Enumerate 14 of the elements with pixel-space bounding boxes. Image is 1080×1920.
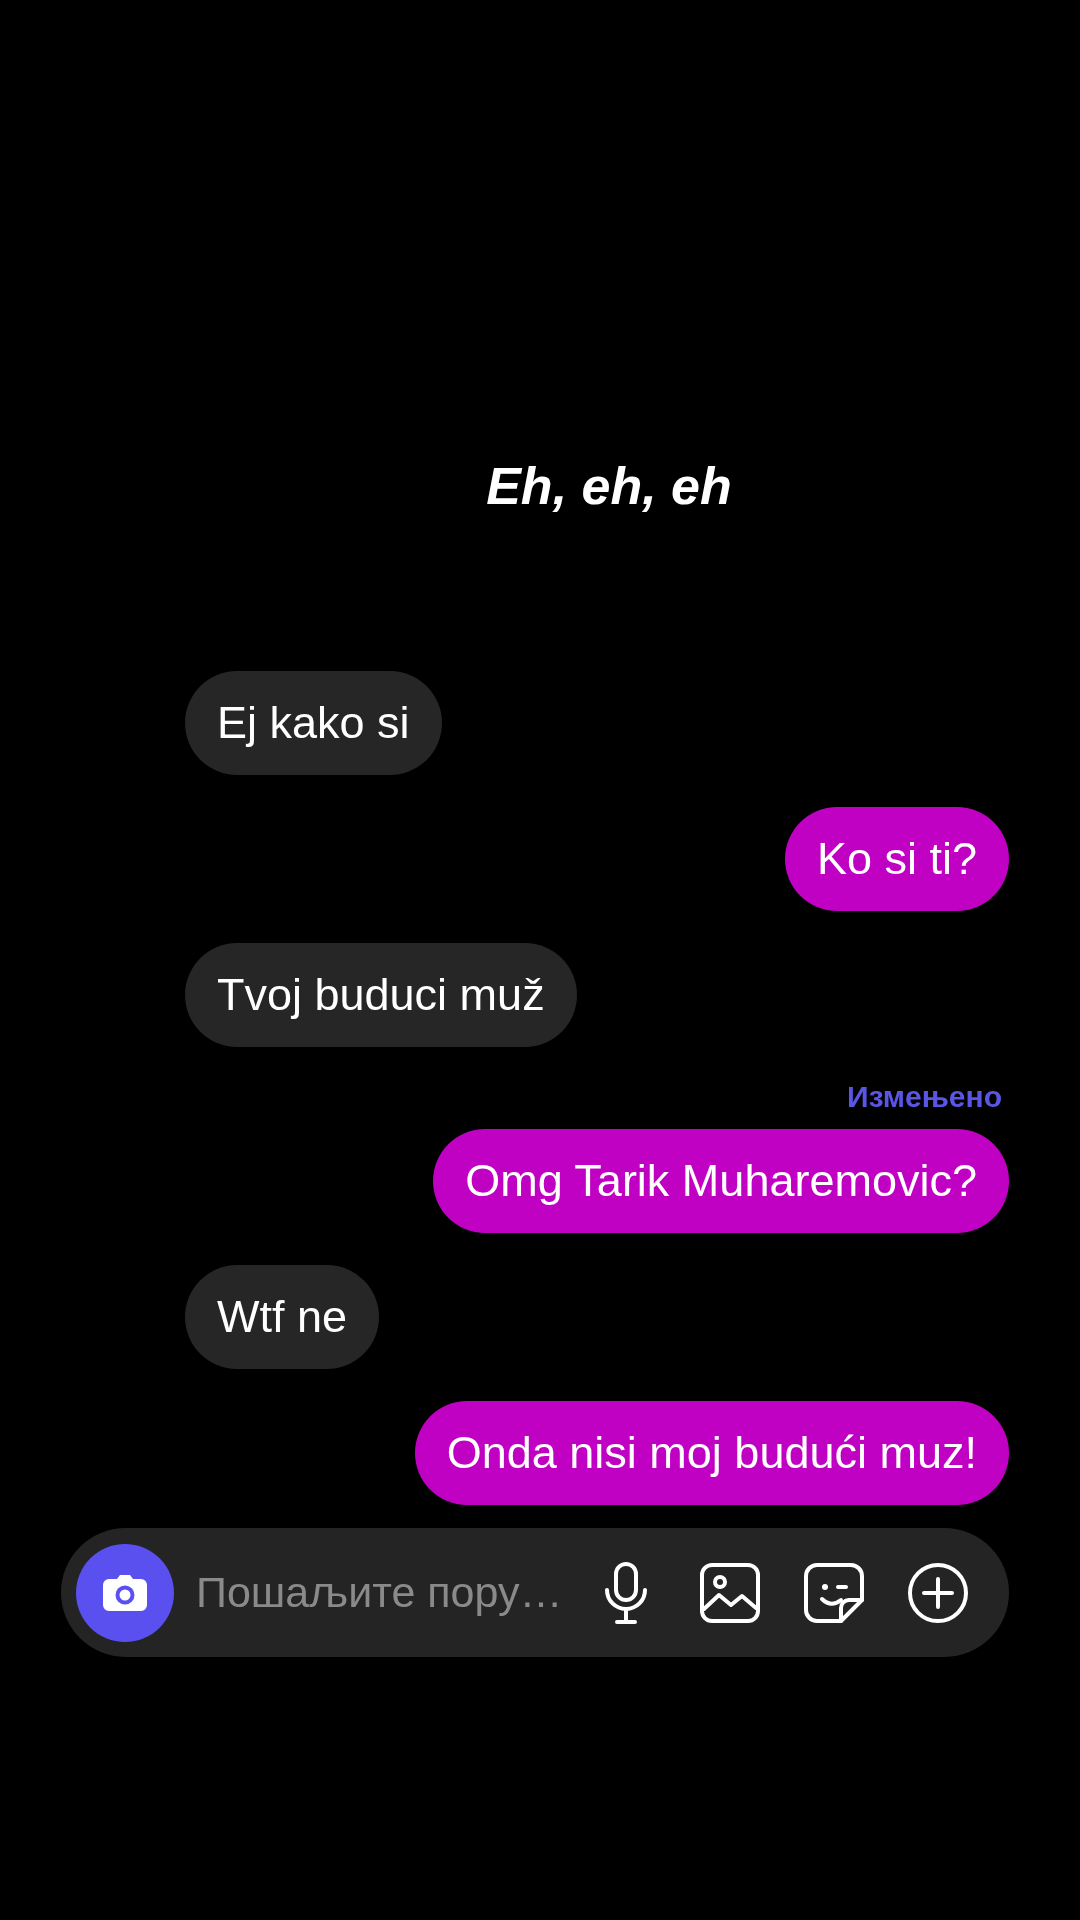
plus-icon[interactable] [908, 1562, 968, 1623]
microphone-icon[interactable] [604, 1561, 648, 1624]
camera-icon [103, 1574, 147, 1611]
image-icon[interactable] [700, 1562, 760, 1623]
edited-label: Измењено [847, 1079, 1003, 1115]
received-message-bubble: Ej kako si [185, 671, 442, 775]
sent-message-bubble: Onda nisi moj budući muz! [414, 1401, 1009, 1505]
message-input[interactable]: Пошаљите пору… [196, 1562, 596, 1623]
sent-message-bubble: Ko si ti? [784, 807, 1009, 911]
video-caption: Eh, eh, eh [486, 457, 732, 515]
sticker-icon[interactable] [804, 1562, 864, 1623]
received-message-bubble: Tvoj buduci muž [185, 943, 577, 1047]
sent-message-bubble: Omg Tarik Muharemovic? [433, 1129, 1009, 1233]
received-message-bubble: Wtf ne [185, 1265, 380, 1369]
